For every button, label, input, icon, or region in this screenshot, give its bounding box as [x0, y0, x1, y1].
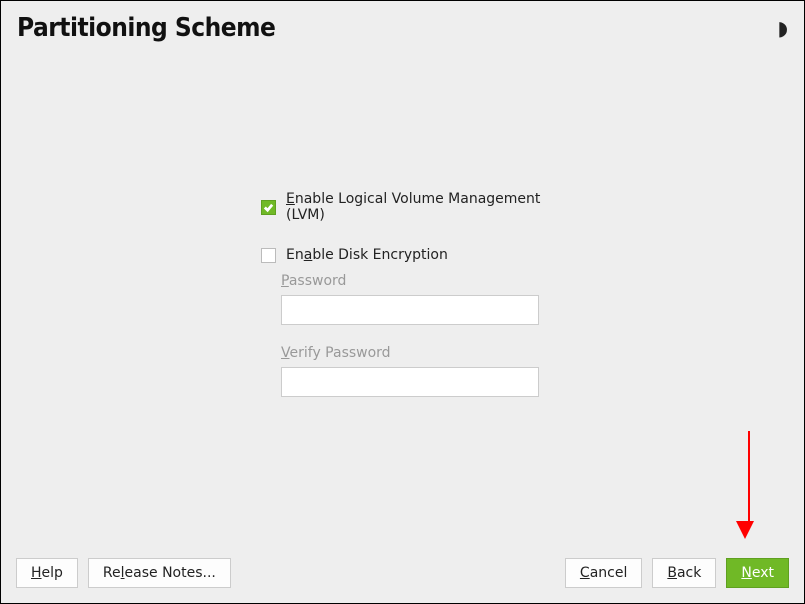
page-title: Partitioning Scheme	[17, 13, 275, 43]
disk-encryption-label[interactable]: Enable Disk Encryption	[286, 247, 448, 263]
back-button[interactable]: Back	[652, 558, 716, 588]
partitioning-options: Enable Logical Volume Management (LVM) E…	[261, 191, 561, 411]
lvm-label[interactable]: Enable Logical Volume Management (LVM)	[286, 191, 561, 223]
theme-toggle-icon[interactable]: ◗	[777, 16, 788, 40]
lvm-checkbox[interactable]	[261, 200, 276, 215]
next-button[interactable]: Next	[726, 558, 789, 588]
verify-password-input[interactable]	[281, 367, 539, 397]
verify-password-label: Verify Password	[281, 345, 561, 361]
annotation-arrow	[744, 431, 754, 539]
cancel-button[interactable]: Cancel	[565, 558, 642, 588]
release-notes-button[interactable]: Release Notes...	[88, 558, 231, 588]
disk-encryption-checkbox[interactable]	[261, 248, 276, 263]
password-label: Password	[281, 273, 561, 289]
help-button[interactable]: Help	[16, 558, 78, 588]
password-input[interactable]	[281, 295, 539, 325]
